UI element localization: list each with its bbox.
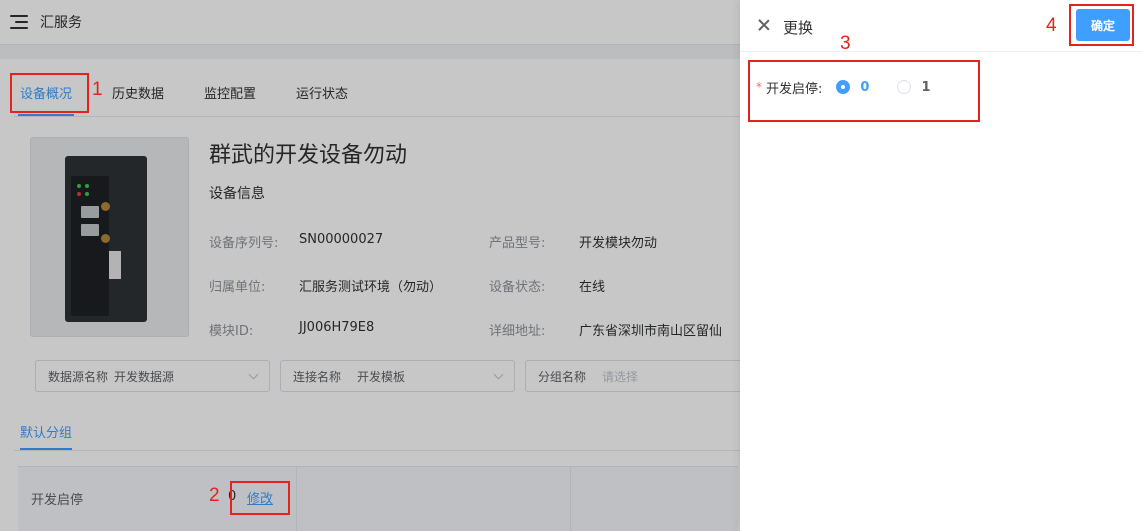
annotation-box-4 <box>1069 4 1134 46</box>
annotation-number-3: 3 <box>840 33 851 54</box>
modal-overlay[interactable] <box>0 0 740 531</box>
annotation-box-3 <box>748 60 980 122</box>
annotation-number-1: 1 <box>92 79 103 100</box>
annotation-box-1 <box>10 73 89 113</box>
annotation-number-2: 2 <box>209 485 220 506</box>
annotation-box-2 <box>230 481 290 515</box>
annotation-number-4: 4 <box>1046 15 1057 36</box>
drawer-title: 更换 <box>783 19 814 37</box>
close-icon[interactable] <box>758 19 770 31</box>
